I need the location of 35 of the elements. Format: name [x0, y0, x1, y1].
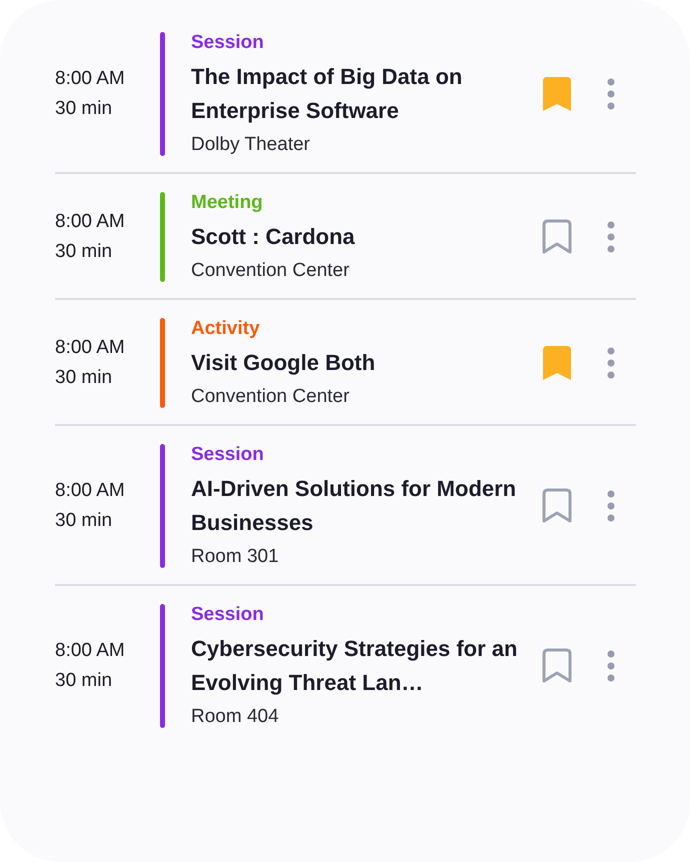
more-icon[interactable] [607, 221, 615, 253]
more-icon[interactable] [607, 347, 615, 379]
bookmark-icon[interactable] [542, 345, 572, 381]
start-time: 8:00 AM [55, 640, 126, 662]
start-time: 8:00 AM [55, 337, 126, 359]
bookmark-icon[interactable] [542, 648, 572, 684]
event-location: Convention Center [191, 260, 350, 282]
start-time: 8:00 AM [55, 68, 126, 90]
bookmark-icon[interactable] [542, 76, 572, 112]
event-type: Session [191, 32, 265, 54]
event-type: Session [191, 444, 265, 466]
bookmark-icon[interactable] [542, 488, 572, 524]
duration: 30 min [55, 98, 114, 120]
start-time: 8:00 AM [55, 211, 126, 233]
event-location: Room 404 [191, 706, 280, 728]
more-icon[interactable] [607, 78, 615, 110]
event-type: Session [191, 604, 265, 626]
duration: 30 min [55, 241, 114, 263]
event-title[interactable]: Visit Google Both [191, 346, 521, 380]
bookmark-icon[interactable] [542, 219, 572, 255]
event-type: Meeting [191, 192, 264, 214]
event-location: Convention Center [191, 386, 350, 408]
duration: 30 min [55, 367, 114, 389]
event-location: Dolby Theater [191, 134, 311, 156]
duration: 30 min [55, 670, 114, 692]
more-icon[interactable] [607, 490, 615, 522]
duration: 30 min [55, 510, 114, 532]
event-title[interactable]: The Impact of Big Data on Enterprise Software [191, 60, 521, 128]
event-title[interactable]: AI-Driven Solutions for Modern Businesses [191, 472, 521, 540]
event-title[interactable]: Cybersecurity Strategies for an Evolving Threat Lan… [191, 632, 521, 700]
event-location: Room 301 [191, 546, 280, 568]
more-icon[interactable] [607, 650, 615, 682]
start-time: 8:00 AM [55, 480, 126, 502]
event-type: Activity [191, 318, 261, 340]
event-title[interactable]: Scott : Cardona [191, 220, 521, 254]
